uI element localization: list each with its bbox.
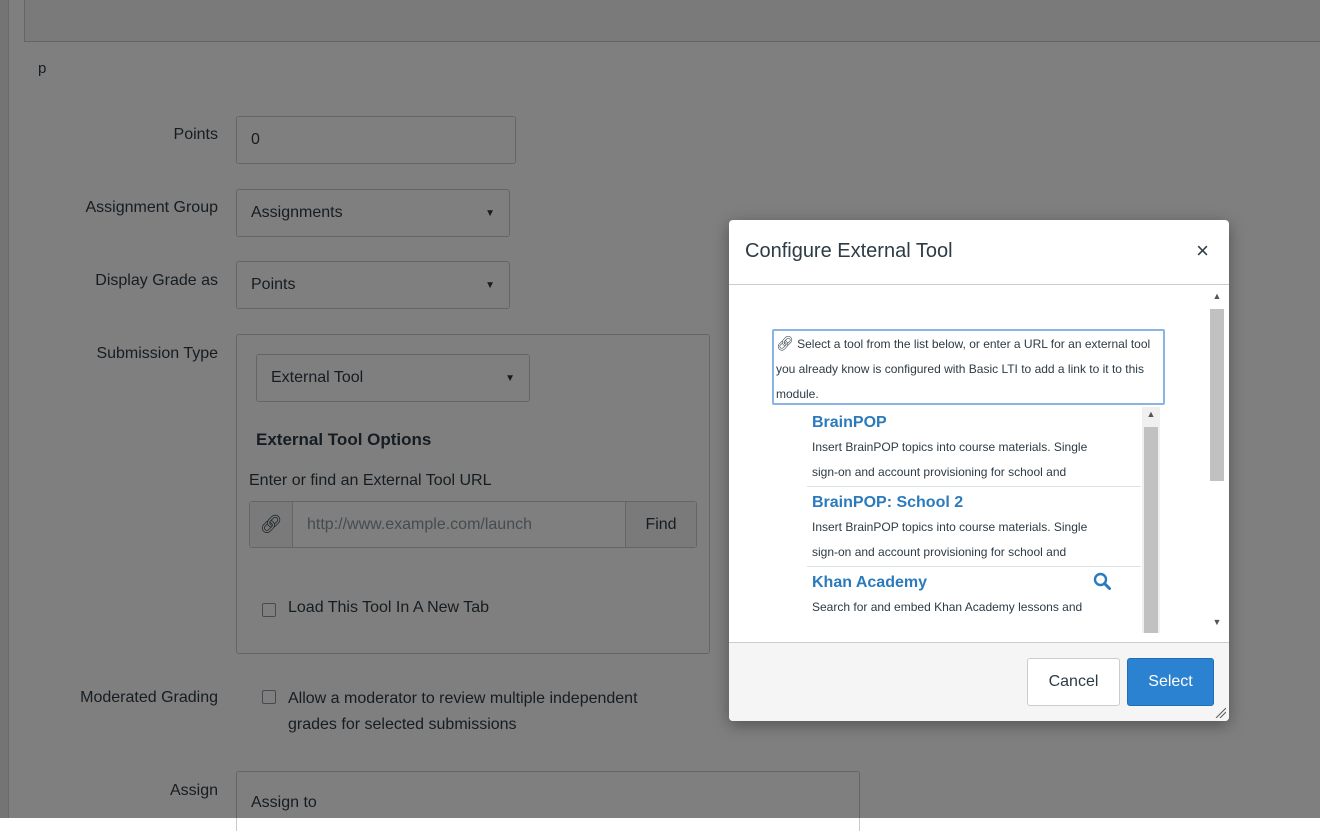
select-button[interactable]: Select: [1127, 658, 1214, 706]
dialog-body-scroll-thumb[interactable]: [1210, 309, 1224, 481]
tool-description: Insert BrainPOP topics into course mater…: [812, 435, 1132, 485]
link-icon: 🔗︎: [776, 335, 794, 351]
tool-name[interactable]: BrainPOP: School 2: [812, 494, 963, 512]
cancel-button[interactable]: Cancel: [1027, 658, 1120, 706]
tool-description: Insert BrainPOP topics into course mater…: [812, 515, 1132, 565]
scroll-up-arrow-icon[interactable]: ▲: [1142, 409, 1160, 419]
tool-desc-line2: sign-on and account provisioning for sch…: [812, 465, 1067, 479]
dialog-body-scrollbar[interactable]: ▲ ▼: [1208, 289, 1226, 633]
search-icon[interactable]: [1093, 572, 1111, 595]
tool-name[interactable]: Khan Academy: [812, 574, 927, 592]
scroll-down-arrow-icon[interactable]: ▼: [1208, 617, 1226, 627]
tool-item-brainpop[interactable]: BrainPOP Insert BrainPOP topics into cou…: [807, 407, 1141, 487]
tool-name[interactable]: BrainPOP: [812, 414, 887, 432]
tool-description-text: Select a tool from the list below, or en…: [776, 337, 1151, 401]
tool-list-scrollbar[interactable]: ▲: [1142, 407, 1160, 633]
dialog-body: 🔗︎ Select a tool from the list below, or…: [729, 285, 1229, 642]
dialog-footer: Cancel Select: [729, 642, 1229, 721]
tool-desc-line1: Search for and embed Khan Academy lesson…: [812, 600, 1083, 614]
dialog-header: Configure External Tool ×: [729, 220, 1229, 285]
tool-list: BrainPOP Insert BrainPOP topics into cou…: [807, 407, 1141, 633]
configure-external-tool-dialog: Configure External Tool × 🔗︎ Select a to…: [729, 220, 1229, 721]
resize-grip-icon[interactable]: [1214, 706, 1226, 718]
tool-desc-line1: Insert BrainPOP topics into course mater…: [812, 440, 1088, 454]
tool-list-scroll-thumb[interactable]: [1144, 427, 1158, 633]
close-icon[interactable]: ×: [1196, 240, 1209, 262]
tool-item-brainpop-school-2[interactable]: BrainPOP: School 2 Insert BrainPOP topic…: [807, 487, 1141, 567]
scroll-up-arrow-icon[interactable]: ▲: [1208, 291, 1226, 301]
tool-description: Search for and embed Khan Academy lesson…: [812, 595, 1132, 620]
tool-description-box: 🔗︎ Select a tool from the list below, or…: [772, 329, 1165, 405]
tool-desc-line1: Insert BrainPOP topics into course mater…: [812, 520, 1088, 534]
tool-item-khan-academy[interactable]: Khan Academy Search for and embed Khan A…: [807, 567, 1141, 633]
dialog-title: Configure External Tool: [745, 240, 953, 262]
tool-desc-line2: sign-on and account provisioning for sch…: [812, 545, 1067, 559]
